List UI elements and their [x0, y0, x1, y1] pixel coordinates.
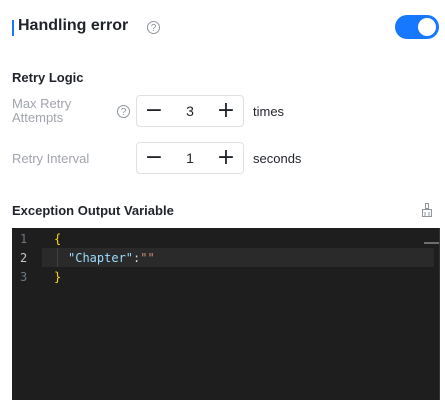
help-icon[interactable]: ?	[147, 21, 160, 34]
toggle-knob	[418, 18, 436, 36]
line-number-gutter: 1 2 3	[12, 228, 42, 400]
max-retry-label-line2: Attempts	[12, 110, 64, 125]
editor-scrollbar[interactable]	[439, 228, 440, 400]
indent-guide	[57, 248, 58, 267]
overview-ruler-mark	[424, 242, 440, 244]
line-number: 1	[20, 232, 28, 246]
max-retry-label: Max Retry Attempts	[12, 97, 71, 125]
title-accent-bar	[12, 20, 14, 36]
retry-interval-input[interactable]	[171, 143, 209, 173]
max-retry-increment-button[interactable]: +	[209, 96, 243, 126]
code-line-3: }	[54, 270, 61, 284]
code-line-1: {	[54, 232, 61, 246]
exception-output-title: Exception Output Variable	[12, 203, 174, 218]
max-retry-label-line1: Max Retry	[12, 96, 72, 111]
handling-error-toggle[interactable]	[395, 15, 439, 39]
open-brace: {	[54, 232, 62, 246]
close-brace: }	[54, 270, 62, 284]
retry-interval-increment-button[interactable]: +	[209, 143, 243, 173]
handling-error-header: Handling error ?	[12, 16, 440, 40]
line-number: 2	[20, 251, 28, 265]
max-retry-unit: times	[253, 104, 285, 119]
retry-logic-title: Retry Logic	[12, 70, 84, 85]
json-key: "Chapter"	[68, 251, 134, 265]
retry-interval-stepper[interactable]: − +	[136, 142, 244, 174]
max-retry-help-icon[interactable]: ?	[117, 105, 130, 118]
retry-interval-label: Retry Interval	[12, 151, 90, 166]
json-code-editor[interactable]: 1 2 3 { "Chapter":"" }	[12, 228, 440, 400]
max-retry-decrement-button[interactable]: −	[137, 96, 171, 126]
line-number: 3	[20, 270, 28, 284]
code-line-2: "Chapter":""	[68, 251, 155, 265]
max-retry-input[interactable]	[171, 96, 209, 126]
json-value: ""	[140, 251, 155, 265]
retry-interval-unit: seconds	[253, 151, 302, 166]
page-title: Handling error	[18, 17, 129, 34]
broom-icon[interactable]	[421, 203, 433, 217]
retry-interval-decrement-button[interactable]: −	[137, 143, 171, 173]
max-retry-stepper[interactable]: − +	[136, 95, 244, 127]
